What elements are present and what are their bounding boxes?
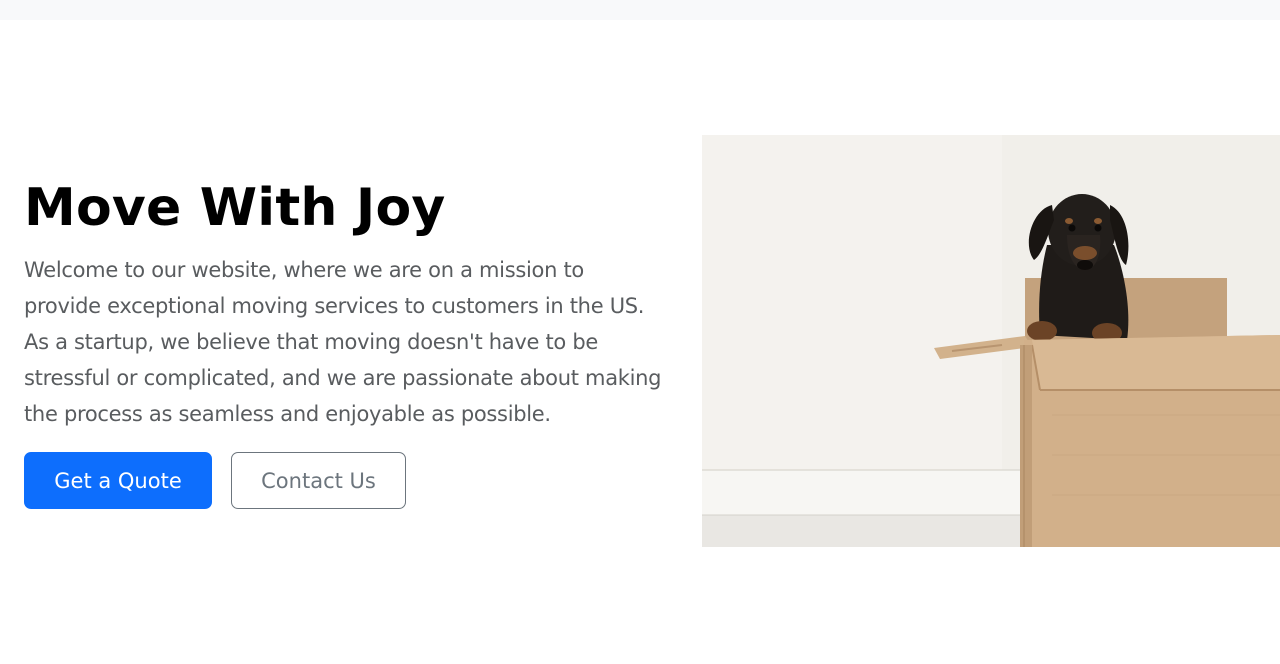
hero-section: Move With Joy Welcome to our website, wh…: [0, 20, 1280, 664]
hero-description: Welcome to our website, where we are on …: [24, 258, 662, 426]
contact-us-button[interactable]: Contact Us: [231, 452, 406, 509]
top-navbar-strip: [0, 0, 1280, 20]
hero-title: Move With Joy: [24, 178, 446, 238]
get-a-quote-button[interactable]: Get a Quote: [24, 452, 212, 509]
hero-buttons: Get a Quote Contact Us: [24, 452, 406, 509]
hero-text-column: Move With Joy Welcome to our website, wh…: [24, 178, 664, 432]
hero-image-dog-in-box: [702, 135, 1280, 547]
